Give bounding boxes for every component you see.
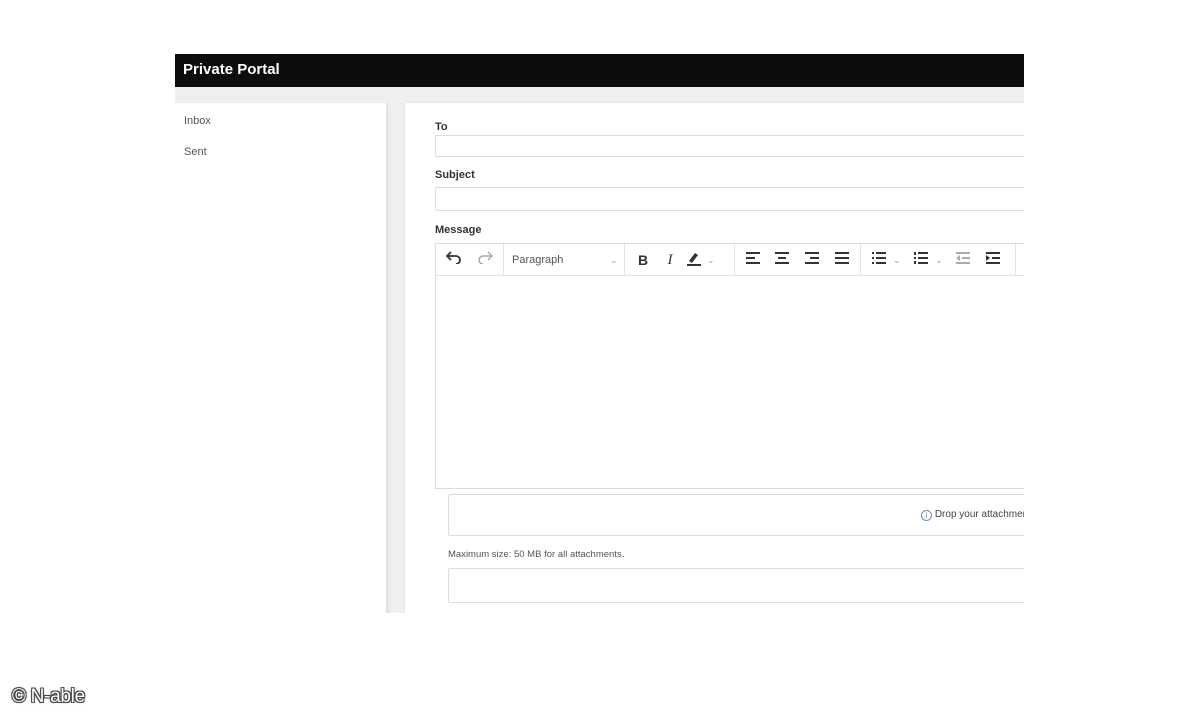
bullet-list-icon[interactable] — [871, 250, 887, 270]
italic-icon[interactable]: I — [663, 250, 677, 270]
sidebar-item-sent[interactable]: Sent — [184, 146, 207, 158]
chevron-down-icon[interactable]: ⌄ — [893, 250, 901, 270]
format-group: Paragraph ⌄ — [504, 244, 625, 276]
editor-toolbar: Paragraph ⌄ B I ⌄ ⌄ ⌄ — [436, 244, 1024, 276]
text-style-group: B I ⌄ — [625, 244, 735, 276]
message-body[interactable] — [436, 276, 1024, 488]
paragraph-format-value: Paragraph — [512, 254, 564, 266]
message-editor: Paragraph ⌄ B I ⌄ ⌄ ⌄ — [435, 243, 1024, 489]
align-left-icon[interactable] — [745, 250, 761, 270]
max-size-note: Maximum size: 50 MB for all attachments. — [448, 549, 625, 560]
compose-panel: To Subject Message Paragraph ⌄ B I ⌄ ⌄ ⌄… — [405, 103, 1024, 613]
to-label: To — [435, 121, 448, 133]
bold-icon[interactable]: B — [635, 250, 651, 270]
list-group: ⌄ ⌄ — [861, 244, 1016, 276]
alignment-group — [735, 244, 861, 276]
dropzone-hint: iDrop your attachments — [920, 509, 1024, 521]
outdent-icon[interactable] — [955, 250, 971, 270]
align-justify-icon[interactable] — [834, 250, 850, 270]
title-bar: Private Portal — [175, 54, 1024, 87]
history-group — [436, 244, 504, 276]
numbered-list-icon[interactable] — [913, 250, 929, 270]
app-title: Private Portal — [183, 61, 280, 78]
attachment-list — [448, 568, 1024, 603]
paragraph-format-select[interactable]: Paragraph ⌄ — [512, 250, 622, 270]
message-label: Message — [435, 224, 482, 236]
info-icon: i — [920, 510, 932, 521]
redo-icon[interactable] — [476, 250, 494, 270]
undo-icon[interactable] — [445, 250, 463, 270]
subject-field[interactable] — [435, 187, 1024, 211]
chevron-down-icon[interactable]: ⌄ — [707, 250, 715, 270]
indent-icon[interactable] — [985, 250, 1001, 270]
copyright-watermark: © N-able — [12, 686, 85, 707]
highlight-icon[interactable] — [685, 250, 703, 270]
align-center-icon[interactable] — [774, 250, 790, 270]
attachment-dropzone[interactable]: iDrop your attachments — [448, 494, 1024, 536]
subject-label: Subject — [435, 169, 475, 181]
chevron-down-icon: ⌄ — [610, 255, 618, 265]
portal-window: Private Portal Inbox Sent To Subject Mes… — [175, 54, 1024, 613]
sidebar-item-inbox[interactable]: Inbox — [184, 115, 211, 127]
to-field[interactable] — [435, 135, 1024, 157]
sidebar: Inbox Sent — [175, 103, 387, 613]
chevron-down-icon[interactable]: ⌄ — [935, 250, 943, 270]
dropzone-text: Drop your attachments — [934, 509, 1024, 520]
align-right-icon[interactable] — [804, 250, 820, 270]
